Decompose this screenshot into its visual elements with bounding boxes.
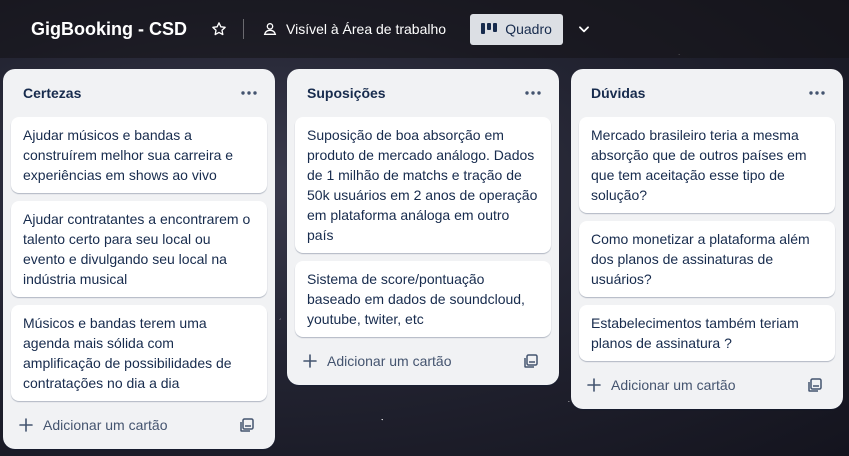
board-view-label: Quadro [505,21,552,37]
list-suposicoes[interactable]: Suposições Suposição de boa absorção em … [287,69,559,385]
people-icon [263,23,277,35]
add-card-button[interactable]: Adicionar um cartão [587,377,736,393]
create-from-template-button[interactable] [803,373,827,397]
add-card-row: Adicionar um cartão [579,365,835,405]
create-from-template-button[interactable] [235,413,259,437]
visibility-label: Visível à Área de trabalho [286,21,447,37]
list-title[interactable]: Dúvidas [591,85,645,101]
add-card-row: Adicionar um cartão [11,405,267,445]
card[interactable]: Ajudar contratantes a encontrarem o tale… [11,201,267,297]
add-card-row: Adicionar um cartão [295,341,551,381]
card[interactable]: Estabelecimentos também teriam planos de… [579,305,835,361]
chevron-down-icon [579,26,590,33]
card[interactable]: Sistema de score/pontuação baseado em da… [295,261,551,337]
more-horizontal-icon [241,91,257,95]
list-header: Dúvidas [579,69,835,117]
list-menu-button[interactable] [803,79,831,107]
add-card-label: Adicionar um cartão [611,377,736,393]
list-title[interactable]: Certezas [23,85,81,101]
list-duvidas[interactable]: Dúvidas Mercado brasileiro teria a mesma… [571,69,843,409]
list-header: Certezas [11,69,267,117]
create-from-template-button[interactable] [519,349,543,373]
board-header: GigBooking - CSD Visível à Área de traba… [0,0,849,58]
card[interactable]: Ajudar músicos e bandas a construírem me… [11,117,267,193]
template-icon [240,418,254,432]
board-icon [481,23,498,34]
more-horizontal-icon [809,91,825,95]
add-card-label: Adicionar um cartão [327,353,452,369]
list-certezas[interactable]: Certezas Ajudar músicos e bandas a const… [3,69,275,449]
card[interactable]: Como monetizar a plataforma além dos pla… [579,221,835,297]
header-divider [243,19,244,39]
list-menu-button[interactable] [519,79,547,107]
list-title[interactable]: Suposições [307,85,386,101]
plus-icon [587,378,601,392]
add-card-button[interactable]: Adicionar um cartão [303,353,452,369]
add-card-label: Adicionar um cartão [43,417,168,433]
visibility-button[interactable]: Visível à Área de trabalho [258,14,450,44]
star-icon [212,22,226,36]
list-header: Suposições [295,69,551,117]
template-icon [808,378,822,392]
plus-icon [303,354,317,368]
board-title[interactable]: GigBooking - CSD [31,19,187,40]
more-horizontal-icon [525,91,541,95]
template-icon [524,354,538,368]
view-dropdown-button[interactable] [571,14,597,44]
card[interactable]: Músicos e bandas terem uma agenda mais s… [11,305,267,401]
add-card-button[interactable]: Adicionar um cartão [19,417,168,433]
board-view-button[interactable]: Quadro [470,13,564,45]
list-menu-button[interactable] [235,79,263,107]
card[interactable]: Mercado brasileiro teria a mesma absorçã… [579,117,835,213]
plus-icon [19,418,33,432]
card[interactable]: Suposição de boa absorção em produto de … [295,117,551,253]
star-button[interactable] [205,15,233,43]
